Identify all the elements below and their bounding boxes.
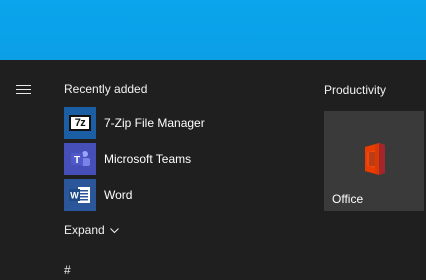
word-icon: W [64, 179, 96, 211]
app-item-word[interactable]: W Word [64, 179, 304, 211]
desktop-background [0, 0, 426, 60]
teams-icon-letter: T [74, 155, 80, 166]
app-label-7zip: 7-Zip File Manager [104, 116, 205, 130]
productivity-group-title[interactable]: Productivity [324, 83, 386, 97]
hamburger-menu-icon[interactable] [14, 82, 34, 98]
teams-icon: T [64, 143, 96, 175]
office-icon [355, 141, 389, 182]
recently-added-heading: Recently added [64, 82, 148, 96]
office-tile[interactable]: Office [324, 111, 424, 211]
word-icon-letter: W [70, 191, 79, 201]
expand-label: Expand [64, 223, 105, 237]
7zip-icon: 7z [64, 107, 96, 139]
office-tile-label: Office [332, 192, 364, 206]
alphabet-section-hash[interactable]: # [64, 263, 71, 277]
app-label-word: Word [104, 188, 133, 202]
start-menu: Recently added 7z 7-Zip File Manager T M… [0, 60, 426, 280]
app-label-teams: Microsoft Teams [104, 152, 192, 166]
app-item-teams[interactable]: T Microsoft Teams [64, 143, 304, 175]
app-item-7zip[interactable]: 7z 7-Zip File Manager [64, 107, 304, 139]
7zip-icon-glyph: 7z [69, 115, 91, 131]
expand-button[interactable]: Expand [64, 223, 119, 237]
chevron-down-icon [109, 223, 119, 237]
